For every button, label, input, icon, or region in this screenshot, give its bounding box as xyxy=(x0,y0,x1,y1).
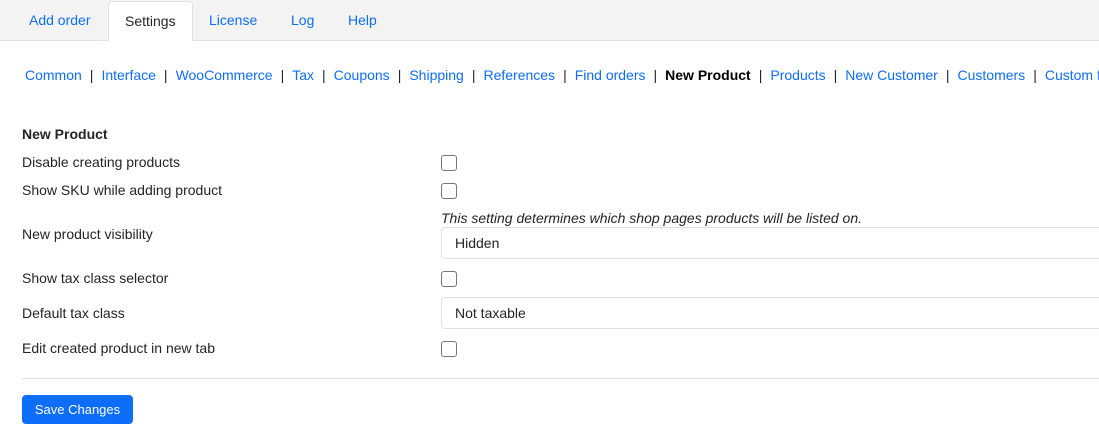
default-tax-select-value: Not taxable xyxy=(455,305,526,321)
tab-help[interactable]: Help xyxy=(348,0,377,41)
visibility-label: New product visibility xyxy=(22,226,153,242)
settings-subnav: Common | Interface | WooCommerce | Tax |… xyxy=(25,66,1099,84)
subnav-custom-fields[interactable]: Custom fields xyxy=(1045,66,1099,84)
subnav-separator: | xyxy=(653,67,658,83)
subnav-separator: | xyxy=(1033,67,1037,83)
tab-add-order[interactable]: Add order xyxy=(29,0,90,41)
default-tax-select[interactable]: Not taxable xyxy=(441,297,1099,329)
subnav-customers[interactable]: Customers xyxy=(958,66,1026,84)
subnav-woocommerce[interactable]: WooCommerce xyxy=(176,66,273,84)
subnav-separator: | xyxy=(471,67,476,83)
section-title: New Product xyxy=(22,126,108,142)
visibility-hint: This setting determines which shop pages… xyxy=(441,210,862,226)
visibility-select-value: Hidden xyxy=(455,235,500,251)
subnav-interface[interactable]: Interface xyxy=(101,66,155,84)
subnav-separator: | xyxy=(563,67,567,83)
subnav-products[interactable]: Products xyxy=(770,66,825,84)
disable-creating-checkbox[interactable] xyxy=(441,155,457,171)
subnav-shipping[interactable]: Shipping xyxy=(409,66,464,84)
tab-settings[interactable]: Settings xyxy=(108,1,193,42)
subnav-separator: | xyxy=(89,67,94,83)
subnav-separator: | xyxy=(397,67,402,83)
show-sku-label: Show SKU while adding product xyxy=(22,182,223,198)
disable-creating-label: Disable creating products xyxy=(22,154,180,170)
save-changes-button[interactable]: Save Changes xyxy=(22,395,133,424)
default-tax-label: Default tax class xyxy=(22,305,125,321)
subnav-separator: | xyxy=(758,67,763,83)
subnav-tax[interactable]: Tax xyxy=(292,66,314,84)
subnav-common[interactable]: Common xyxy=(25,66,82,84)
subnav-find-orders[interactable]: Find orders xyxy=(575,66,646,84)
tab-log[interactable]: Log xyxy=(291,0,314,41)
form-divider xyxy=(22,378,1099,379)
tax-selector-label: Show tax class selector xyxy=(22,270,169,286)
top-tab-bar: Add order Settings License Log Help xyxy=(0,0,1099,42)
subnav-separator: | xyxy=(280,67,285,83)
subnav-separator: | xyxy=(833,67,838,83)
subnav-separator: | xyxy=(322,67,326,83)
subnav-separator: | xyxy=(163,67,168,83)
subnav-coupons[interactable]: Coupons xyxy=(334,66,390,84)
subnav-new-product[interactable]: New Product xyxy=(665,66,751,84)
edit-new-tab-label: Edit created product in new tab xyxy=(22,340,216,356)
show-sku-checkbox[interactable] xyxy=(441,183,457,199)
subnav-separator: | xyxy=(945,67,950,83)
tax-selector-checkbox[interactable] xyxy=(441,271,457,287)
subnav-new-customer[interactable]: New Customer xyxy=(845,66,938,84)
edit-new-tab-checkbox[interactable] xyxy=(441,341,457,357)
visibility-select[interactable]: Hidden xyxy=(441,227,1099,259)
tab-license[interactable]: License xyxy=(209,0,257,41)
subnav-references[interactable]: References xyxy=(483,66,555,84)
